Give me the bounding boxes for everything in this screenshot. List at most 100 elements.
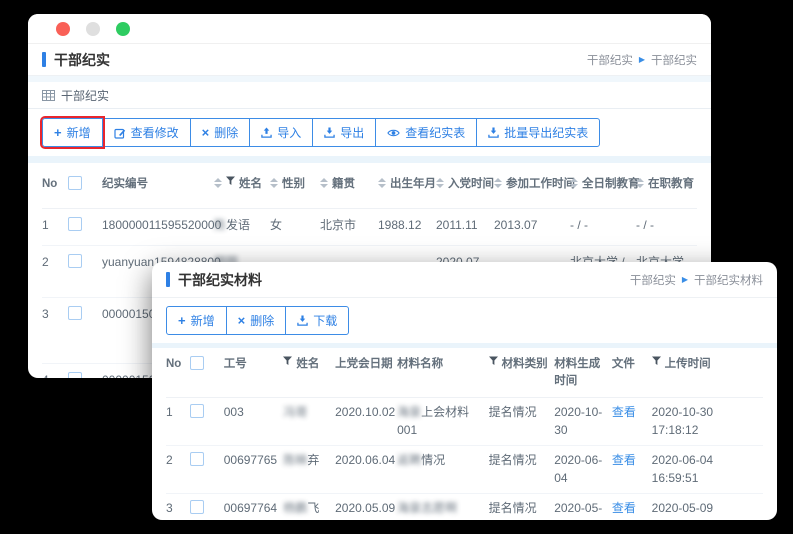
cell-emp-no: 003 xyxy=(224,404,284,421)
breadcrumb-arrow-icon: ▶ xyxy=(639,55,645,64)
sort-icon[interactable] xyxy=(636,178,644,188)
row-checkbox[interactable] xyxy=(190,500,204,514)
back-card-title: 干部纪实 xyxy=(61,87,109,104)
column-header-record-id[interactable]: 纪实编号 xyxy=(102,176,214,193)
sort-icon[interactable] xyxy=(320,178,328,188)
sort-icon[interactable] xyxy=(214,178,222,188)
column-header-created-time[interactable]: 材料生成时间 xyxy=(554,356,612,389)
cell-no: 3 xyxy=(42,306,68,323)
table-row[interactable]: 2 00697765 陈映弃 2020.06.04 返聘情况 提名情况 2020… xyxy=(166,446,763,494)
edit-icon xyxy=(114,127,126,139)
column-header-origin[interactable]: 籍贯 xyxy=(320,176,378,193)
upload-icon xyxy=(261,127,272,138)
row-checkbox[interactable] xyxy=(68,372,82,378)
cell-file: 查看 xyxy=(612,404,652,421)
cell-upload-time: 2020-10-30 17:18:12 xyxy=(652,404,763,439)
filter-icon[interactable] xyxy=(283,356,292,366)
sort-icon[interactable] xyxy=(378,178,386,188)
cell-material-category: 提名情况 xyxy=(489,404,555,421)
cell-name: 陈发语 xyxy=(214,217,270,234)
column-header-meeting-date[interactable]: 上党会日期 xyxy=(335,356,397,373)
column-header-no[interactable]: No xyxy=(166,356,190,373)
download-button[interactable]: 下载 xyxy=(285,306,349,335)
column-header-emp-no[interactable]: 工号 xyxy=(224,356,284,373)
delete-button[interactable]: × 删除 xyxy=(226,306,287,335)
column-header-material-category[interactable]: 材料类别 xyxy=(489,356,555,373)
maximize-window-button[interactable] xyxy=(116,22,130,36)
back-toolbar: + 新增 查看修改 × 删除 导入 xyxy=(28,109,711,156)
cell-no: 2 xyxy=(166,452,190,469)
add-button[interactable]: + 新增 xyxy=(166,306,227,335)
download-icon xyxy=(488,127,499,138)
cell-onjob-edu: - / - xyxy=(636,217,692,234)
view-link[interactable]: 查看 xyxy=(612,501,636,515)
front-toolbar: + 新增 × 删除 下载 xyxy=(152,298,777,343)
close-window-button[interactable] xyxy=(56,22,70,36)
filter-icon[interactable] xyxy=(489,356,498,366)
row-checkbox[interactable] xyxy=(68,254,82,268)
select-all-checkbox[interactable] xyxy=(190,356,204,370)
row-checkbox[interactable] xyxy=(190,404,204,418)
export-button[interactable]: 导出 xyxy=(312,118,376,147)
table-row[interactable]: 1 003 冯哥 2020.10.02 海泉上会材料001 提名情况 2020-… xyxy=(166,398,763,446)
cell-record-id: 180000011595520000 xyxy=(102,217,214,234)
row-checkbox[interactable] xyxy=(68,217,82,231)
select-all-checkbox[interactable] xyxy=(68,176,82,190)
row-checkbox[interactable] xyxy=(190,452,204,466)
breadcrumb: 干部纪实 ▶ 干部纪实 xyxy=(587,52,697,68)
breadcrumb-parent[interactable]: 干部纪实 xyxy=(587,52,633,68)
checkbox-cell xyxy=(68,217,102,236)
sort-icon[interactable] xyxy=(436,178,444,188)
cell-file: 查看 xyxy=(612,500,652,517)
column-header-no[interactable]: No xyxy=(42,176,68,193)
view-link[interactable]: 查看 xyxy=(612,405,636,419)
batch-export-sheet-button[interactable]: 批量导出纪实表 xyxy=(476,118,600,147)
breadcrumb-current: 干部纪实 xyxy=(651,52,697,68)
column-header-name[interactable]: 姓名 xyxy=(214,176,270,193)
cell-created-time: 2020-05-08 xyxy=(554,500,612,520)
filter-icon[interactable] xyxy=(652,356,661,366)
column-header-material-name[interactable]: 材料名称 xyxy=(397,356,488,373)
column-header-fulltime-edu[interactable]: 全日制教育 xyxy=(570,176,636,193)
cell-work-date: 2013.07 xyxy=(494,217,570,234)
front-window: 干部纪实材料 干部纪实 ▶ 干部纪实材料 + 新增 × 删除 下载 xyxy=(152,262,777,520)
cell-name: 杨鹏飞 xyxy=(283,500,335,517)
add-button[interactable]: + 新增 xyxy=(42,118,103,147)
sort-icon[interactable] xyxy=(570,178,578,188)
column-header-onjob-edu[interactable]: 在职教育 xyxy=(636,176,692,193)
checkbox-cell xyxy=(190,500,224,519)
cell-file: 查看 xyxy=(612,452,652,469)
column-header-name[interactable]: 姓名 xyxy=(283,356,335,373)
cell-material-name: 海泉志愿啊333333333333 xyxy=(397,500,488,520)
column-header-birth[interactable]: 出生年月 xyxy=(378,176,436,193)
sort-icon[interactable] xyxy=(270,178,278,188)
view-record-sheet-button[interactable]: 查看纪实表 xyxy=(375,118,477,147)
cell-material-category: 提名情况 xyxy=(489,500,555,517)
breadcrumb-parent[interactable]: 干部纪实 xyxy=(630,272,676,288)
cell-upload-time: 2020-06-04 16:59:51 xyxy=(652,452,763,487)
column-header-upload-time[interactable]: 上传时间 xyxy=(652,356,763,373)
table-grid-icon xyxy=(42,90,55,101)
filter-icon[interactable] xyxy=(226,176,235,186)
minimize-window-button[interactable] xyxy=(86,22,100,36)
sort-icon[interactable] xyxy=(494,178,502,188)
view-link[interactable]: 查看 xyxy=(612,453,636,467)
cell-meeting-date: 2020.06.04 xyxy=(335,452,397,469)
import-button[interactable]: 导入 xyxy=(249,118,313,147)
row-checkbox[interactable] xyxy=(68,306,82,320)
column-header-file[interactable]: 文件 xyxy=(612,356,652,373)
column-header-party-date[interactable]: 入党时间 xyxy=(436,176,494,193)
table-row[interactable]: 3 00697764 杨鹏飞 2020.05.09 海泉志愿啊333333333… xyxy=(166,494,763,520)
checkbox-cell xyxy=(190,404,224,423)
column-header-gender[interactable]: 性别 xyxy=(270,176,320,193)
table-row[interactable]: 1 180000011595520000 陈发语 女 北京市 1988.12 2… xyxy=(42,209,697,245)
back-card-head: 干部纪实 xyxy=(28,82,711,109)
delete-button[interactable]: × 删除 xyxy=(190,118,251,147)
front-page-header: 干部纪实材料 干部纪实 ▶ 干部纪实材料 xyxy=(152,262,777,298)
cell-emp-no: 00697765 xyxy=(224,452,284,469)
cell-no: 3 xyxy=(166,500,190,517)
window-titlebar xyxy=(28,14,711,44)
column-header-work-date[interactable]: 参加工作时间 xyxy=(494,176,570,193)
cell-name: 陈映弃 xyxy=(283,452,335,469)
view-edit-button[interactable]: 查看修改 xyxy=(102,118,191,147)
